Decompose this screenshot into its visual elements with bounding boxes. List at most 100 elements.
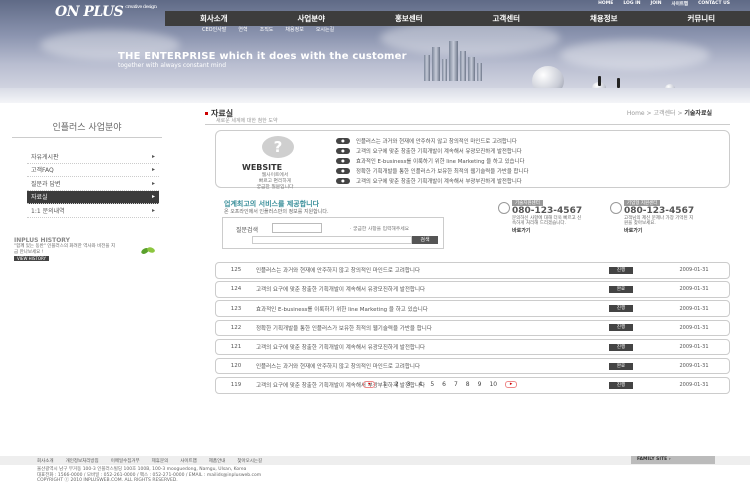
footer-link[interactable]: 찾아오시는길 bbox=[237, 458, 262, 464]
crumb-home[interactable]: Home bbox=[627, 110, 645, 117]
row-no: 120 bbox=[230, 363, 242, 370]
gnb-item[interactable]: 채용정보 bbox=[555, 13, 653, 24]
history-block: INPLUS HISTORY "함께 있는 동반" 인플러스의 화려한 역사와 … bbox=[14, 237, 154, 262]
page-link[interactable]: 8 bbox=[466, 381, 470, 388]
board-row[interactable]: 122 정확한 기획개발을 통한 인플러스가 보유한 최적의 웹기술력을 가반을 … bbox=[215, 319, 730, 337]
bullet-icon: ● bbox=[336, 138, 350, 144]
next-page-icon[interactable]: ▸ bbox=[505, 381, 518, 388]
breadcrumb: Home > 고객센터 > 기술자료실 bbox=[626, 110, 712, 117]
family-site-label: FAMILY SITE bbox=[637, 457, 668, 462]
website-item[interactable]: ● 고객의 요구에 맞춘 창출한 기획개발이 계속해서 부광부진하게 발전합니다 bbox=[336, 176, 731, 186]
left-menu: 자유게시판 ▸ 고객FAQ ▸ 질문과 답변 ▸ 자료실 ▸ 1:1 문의내역 ▸ bbox=[27, 150, 159, 218]
prev-page-icon[interactable]: ◂ bbox=[363, 381, 375, 388]
row-title[interactable]: 정확한 기획개발을 통한 인플러스가 보유한 최적의 웹기술력을 가반을 합니다 bbox=[256, 324, 609, 332]
gnb-item[interactable]: 회사소개 bbox=[165, 13, 263, 24]
page-link[interactable]: 4 bbox=[418, 381, 422, 388]
footer-link[interactable]: 이메일수집거부 bbox=[111, 458, 140, 464]
crumb-mid[interactable]: 고객센터 bbox=[653, 110, 675, 117]
footer-link[interactable]: 사이트맵 bbox=[180, 458, 197, 464]
website-item[interactable]: ● 인플러스는 과거와 현재에 안주하지 않고 창의적인 마인드로 고려합니다 bbox=[336, 136, 731, 146]
question-icon: ? bbox=[262, 136, 294, 158]
view-history-button[interactable]: VIEW HISTORY bbox=[14, 256, 49, 261]
page-link[interactable]: 2 bbox=[395, 381, 399, 388]
history-title: INPLUS HISTORY bbox=[14, 237, 70, 244]
divider bbox=[205, 124, 730, 125]
crumb-current: 기술자료실 bbox=[684, 110, 712, 117]
search-hint: · 궁금한 사항을 입력해주세요 bbox=[350, 227, 410, 232]
row-no: 125 bbox=[230, 267, 242, 274]
left-title: 인플러스 사업분야 bbox=[12, 110, 162, 138]
gnb-item[interactable]: 홍보센터 bbox=[360, 13, 458, 24]
website-item[interactable]: ● 효과적인 E-business를 이룩하기 위한 line Marketing… bbox=[336, 156, 731, 166]
leaf-icon bbox=[141, 247, 155, 254]
left-menu-item[interactable]: 1:1 문의내역 ▸ bbox=[27, 204, 159, 218]
banner-headline: THE ENTERPRISE which it does with the cu… bbox=[118, 51, 407, 62]
page-link[interactable]: 7 bbox=[454, 381, 458, 388]
board-row[interactable]: 121 고객의 요구에 맞춘 창출한 기획개발이 계속해서 유광모진하게 발전합니… bbox=[215, 338, 730, 356]
left-menu-item[interactable]: 고객FAQ ▸ bbox=[27, 164, 159, 177]
footer-link[interactable]: 제휴문의 bbox=[152, 458, 169, 464]
row-title[interactable]: 효과적인 E-business를 이룩하기 위한 line Marketing … bbox=[256, 305, 609, 313]
util-home[interactable]: HOME bbox=[598, 1, 613, 7]
board-row[interactable]: 120 인플러스는 과거와 현재에 안주하지 않고 창의적인 마인드로 고려합니다… bbox=[215, 357, 730, 375]
website-item-text: 고객의 요구에 맞춘 창출한 기획개발이 계속해서 부광부진하게 발전합니다 bbox=[356, 179, 522, 185]
banner-tagline: together with always constant mind bbox=[118, 62, 227, 69]
row-title[interactable]: 고객의 요구에 맞춘 창출한 기획개발이 계속해서 유광모진하게 발전합니다 bbox=[256, 285, 609, 293]
search-input[interactable] bbox=[252, 236, 412, 244]
contact-phone: 080-123-4567 bbox=[512, 206, 583, 216]
left-menu-label: 1:1 문의내역 bbox=[31, 207, 65, 215]
row-title[interactable]: 인플러스는 과거와 현재에 안주하지 않고 창의적인 마인드로 고려합니다 bbox=[256, 266, 609, 274]
website-item[interactable]: ● 정확한 기획개발을 통한 인플러스가 보유한 최적의 웹기술력을 가반을 합니… bbox=[336, 166, 731, 176]
footer-link[interactable]: 제품안내 bbox=[209, 458, 226, 464]
logo[interactable]: ON PLUS creative design bbox=[55, 4, 157, 20]
page-link[interactable]: 3 bbox=[407, 381, 411, 388]
footer-link[interactable]: 회사소개 bbox=[37, 458, 54, 464]
arrow-icon: ▸ bbox=[151, 193, 155, 201]
page-link[interactable]: 5 bbox=[430, 381, 434, 388]
page-link[interactable]: 1 bbox=[383, 381, 387, 388]
row-title[interactable]: 인플러스는 과거와 현재에 안주하지 않고 창의적인 마인드로 고려합니다 bbox=[256, 362, 609, 370]
footer-link[interactable]: 개인정보처리방침 bbox=[66, 458, 99, 464]
left-menu-label: 자유게시판 bbox=[31, 153, 59, 161]
status-badge: 완료 bbox=[609, 362, 633, 370]
headset-icon bbox=[498, 202, 510, 214]
board-row[interactable]: 123 효과적인 E-business를 이룩하기 위한 line Marketi… bbox=[215, 300, 730, 317]
left-menu-item[interactable]: 자유게시판 ▸ bbox=[27, 150, 159, 164]
status-badge: 진행 bbox=[609, 324, 633, 332]
page-link[interactable]: 6 bbox=[442, 381, 446, 388]
address-line: 울산광역시 남구 무거동 100-3 인플러스빌딩 100호 100B, 100… bbox=[37, 467, 247, 472]
search-button[interactable]: 검색 bbox=[412, 236, 438, 244]
gnb-item[interactable]: 고객센터 bbox=[458, 13, 556, 24]
subnav-item[interactable]: 채용정보 bbox=[285, 26, 303, 34]
util-join[interactable]: JOIN bbox=[651, 1, 662, 7]
row-date: 2009-01-31 bbox=[679, 267, 709, 274]
left-menu-item[interactable]: 질문과 답변 ▸ bbox=[27, 177, 159, 191]
subnav-item[interactable]: 연혁 bbox=[238, 26, 247, 34]
family-site-select[interactable]: FAMILY SITE › bbox=[631, 456, 715, 464]
row-date: 2009-01-31 bbox=[679, 324, 709, 331]
board-row[interactable]: 125 인플러스는 과거와 현재에 안주하지 않고 창의적인 마인드로 고려합니다… bbox=[215, 262, 730, 279]
row-no: 119 bbox=[230, 382, 242, 389]
util-login[interactable]: LOG IN bbox=[623, 1, 640, 7]
util-contact[interactable]: CONTACT US bbox=[698, 1, 730, 7]
banner-ground bbox=[0, 88, 750, 103]
row-date: 2009-01-31 bbox=[679, 344, 709, 350]
row-title[interactable]: 고객의 요구에 맞춘 창출한 기획개발이 계속해서 유광모진하게 발전합니다 bbox=[256, 343, 609, 351]
contact-link[interactable]: 바로가기 bbox=[624, 227, 730, 234]
bullet-icon: ● bbox=[336, 158, 350, 164]
subnav-item[interactable]: CEO인사말 bbox=[202, 26, 226, 34]
subnav-item[interactable]: 조직도 bbox=[260, 26, 274, 34]
page-link[interactable]: 10 bbox=[489, 381, 497, 388]
website-item[interactable]: ● 고객의 요구에 맞춘 창출한 기획개발이 계속해서 유광모진하게 발전합니다 bbox=[336, 146, 731, 156]
sub-nav: CEO인사말 연혁 조직도 채용정보 오시는길 bbox=[190, 26, 450, 34]
board-row[interactable]: 124 고객의 요구에 맞춘 창출한 기획개발이 계속해서 유광모진하게 발전합니… bbox=[215, 281, 730, 298]
contact-link[interactable]: 바로가기 bbox=[512, 227, 618, 234]
gnb-item[interactable]: 커뮤니티 bbox=[653, 13, 750, 24]
page-link[interactable]: 9 bbox=[478, 381, 482, 388]
left-menu-item-active[interactable]: 자료실 ▸ bbox=[27, 190, 159, 204]
util-sitemap[interactable]: 사이트맵 bbox=[672, 1, 689, 7]
subnav-item[interactable]: 오시는길 bbox=[316, 26, 334, 34]
search-select[interactable] bbox=[272, 223, 322, 233]
gnb-item[interactable]: 사업분야 bbox=[263, 13, 361, 24]
row-no: 124 bbox=[230, 286, 242, 293]
